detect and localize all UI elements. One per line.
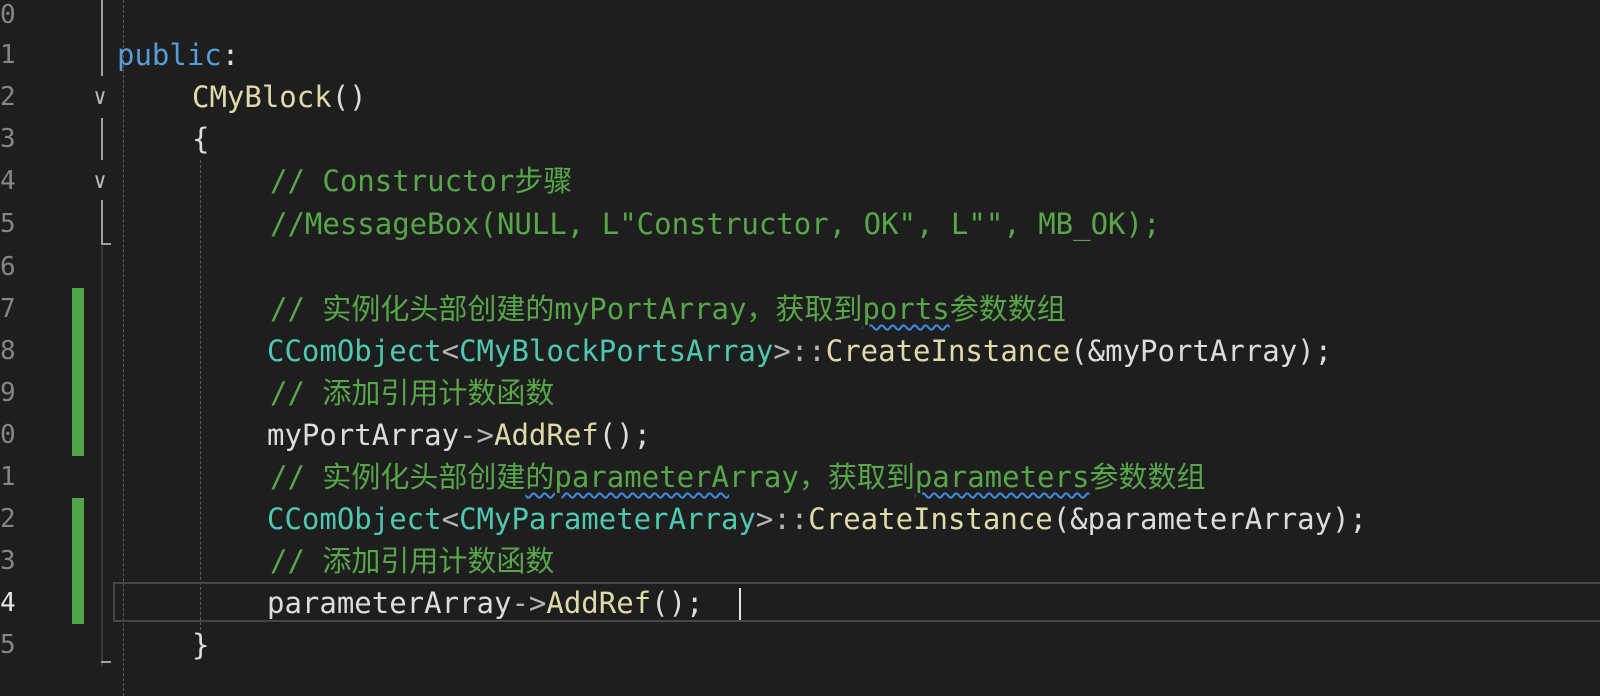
function-name: CreateInstance	[808, 502, 1053, 536]
punctuation: ();	[651, 586, 704, 620]
arguments: (&parameterArray);	[1052, 502, 1367, 536]
close-brace: }	[192, 628, 210, 662]
variable: myPortArray	[267, 418, 460, 452]
type-name: CComObject	[267, 334, 442, 368]
code-line: myPortArray->AddRef();	[0, 414, 1600, 457]
code-line: // 添加引用计数函数	[0, 372, 1600, 415]
comment: 参数数组	[1089, 460, 1206, 494]
code-line: // 实例化头部创建的myPortArray，获取到ports参数数组	[0, 288, 1600, 331]
variable: parameterArray	[267, 586, 512, 620]
arguments: (&myPortArray);	[1070, 334, 1333, 368]
code-editor[interactable]: 0 1 2 3 4 5 6 7 8 9 0 1 2 3 4 5 ∨ ∨ publ…	[0, 0, 1600, 696]
code-line: //MessageBox(NULL, L"Constructor, OK", L…	[0, 203, 1600, 246]
comment: //MessageBox(NULL, L"Constructor, OK", L…	[270, 207, 1161, 241]
function-name: CMyBlock	[192, 80, 332, 114]
comment: // 添加引用计数函数	[270, 544, 555, 578]
comment: // 实例化头部创建的myPortArray，获取到	[270, 292, 863, 326]
code-line: CComObject<CMyParameterArray>::CreateIns…	[0, 498, 1600, 541]
punctuation: <	[441, 334, 460, 368]
comment: 参数数组	[949, 292, 1066, 326]
type-name: CMyBlockPortsArray	[459, 334, 774, 368]
code-line: // Constructor步骤	[0, 160, 1600, 203]
line-number-row: 0	[0, 0, 1600, 37]
code-line: CComObject<CMyBlockPortsArray>::CreateIn…	[0, 330, 1600, 373]
comment: // 添加引用计数函数	[270, 376, 555, 410]
spelling-squiggle[interactable]: 的parameterA	[525, 460, 729, 494]
line-number-row: 6	[0, 246, 1600, 289]
code-line: public:	[0, 34, 1600, 77]
punctuation: <	[441, 502, 460, 536]
code-line-active[interactable]: parameterArray->AddRef();	[0, 582, 1600, 625]
spelling-squiggle[interactable]: ports	[862, 292, 949, 326]
code-line: }	[0, 624, 1600, 667]
function-name: AddRef	[493, 418, 599, 452]
punctuation: >::	[773, 334, 826, 368]
type-name: CMyParameterArray	[459, 502, 756, 536]
function-name: CreateInstance	[825, 334, 1071, 368]
punctuation: >::	[755, 502, 809, 536]
operator: ->	[511, 586, 547, 620]
text-caret	[739, 588, 741, 620]
spelling-squiggle[interactable]: parameters	[915, 460, 1090, 494]
line-number: 0	[0, 0, 16, 30]
open-brace: {	[192, 122, 210, 156]
comment: // 实例化头部创建	[270, 460, 526, 494]
punctuation: ();	[598, 418, 652, 452]
code-line: // 实例化头部创建的parameterArray，获取到parameters参…	[0, 456, 1600, 499]
punctuation: :	[221, 38, 240, 72]
code-line: CMyBlock()	[0, 76, 1600, 119]
function-name: AddRef	[546, 586, 652, 620]
operator: ->	[459, 418, 494, 452]
comment: rray，获取到	[729, 460, 915, 494]
type-name: CComObject	[267, 502, 442, 536]
code-line: // 添加引用计数函数	[0, 540, 1600, 583]
keyword: public	[117, 38, 222, 72]
punctuation: ()	[331, 80, 367, 114]
comment: // Constructor步骤	[270, 164, 573, 198]
code-line: {	[0, 118, 1600, 161]
